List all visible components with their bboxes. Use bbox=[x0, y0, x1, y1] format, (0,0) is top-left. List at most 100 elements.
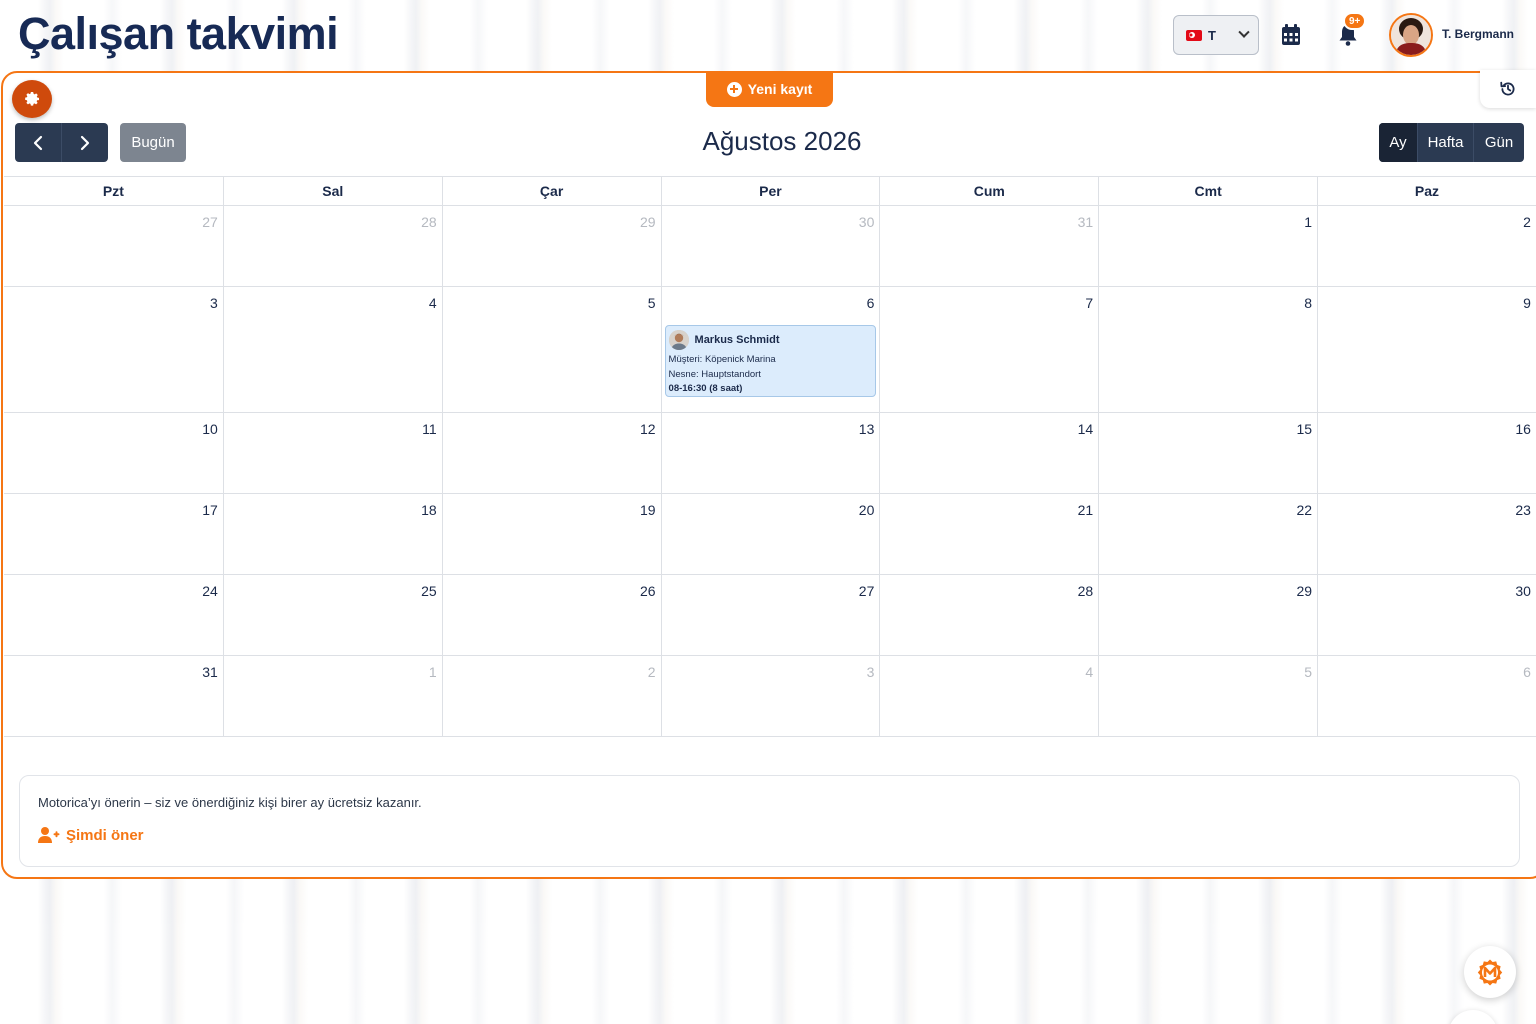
calendar-day-cell[interactable]: 20 bbox=[660, 494, 880, 574]
day-number: 5 bbox=[647, 295, 656, 311]
referral-box: Motorica’yı önerin – siz ve önerdiğiniz … bbox=[19, 775, 1520, 867]
calendar-day-cell[interactable]: 12 bbox=[441, 413, 661, 493]
calendar-day-cell[interactable]: 18 bbox=[222, 494, 442, 574]
weekday-label: Çar bbox=[441, 177, 661, 205]
weekday-label: Cmt bbox=[1098, 177, 1317, 205]
day-number: 30 bbox=[858, 214, 875, 230]
next-month-button[interactable] bbox=[61, 123, 108, 162]
calendar-day-cell[interactable]: 8 bbox=[1098, 287, 1317, 412]
day-number: 2 bbox=[647, 664, 656, 680]
day-number: 13 bbox=[858, 421, 875, 437]
calendar-day-cell[interactable]: 2 bbox=[1317, 206, 1536, 286]
user-name[interactable]: T. Bergmann bbox=[1442, 27, 1514, 41]
view-day-button[interactable]: Gün bbox=[1473, 123, 1524, 162]
calendar-day-cell[interactable]: 16 bbox=[1317, 413, 1536, 493]
calendar-event[interactable]: Markus Schmidt Müşteri: Köpenick Marina Ne… bbox=[664, 325, 877, 397]
day-number: 4 bbox=[1085, 664, 1094, 680]
chevron-down-icon bbox=[1238, 26, 1250, 38]
month-calendar: Pzt Sal Çar Per Cum Cmt Paz 27 28 29 30 31 1 2… bbox=[4, 176, 1536, 737]
settings-button[interactable] bbox=[12, 80, 52, 118]
calendar-day-cell[interactable]: 7 bbox=[879, 287, 1098, 412]
day-number: 29 bbox=[1296, 583, 1313, 599]
day-number: 31 bbox=[202, 664, 218, 680]
calendar-day-cell[interactable]: 11 bbox=[222, 413, 442, 493]
calendar-day-cell[interactable]: 29 bbox=[441, 206, 661, 286]
day-number: 18 bbox=[421, 502, 437, 518]
calendar-day-cell[interactable]: 24 bbox=[4, 575, 223, 655]
day-number: 29 bbox=[639, 214, 656, 230]
history-button[interactable] bbox=[1480, 70, 1536, 108]
event-object: Nesne: Hauptstandort bbox=[668, 368, 761, 380]
calendar-week-row: 10 11 12 13 14 15 16 bbox=[4, 413, 1536, 494]
avatar[interactable] bbox=[1389, 13, 1433, 57]
event-time: 08-16:30 (8 saat) bbox=[668, 383, 743, 394]
calendar-day-cell[interactable]: 5 bbox=[1098, 656, 1317, 736]
calendar-week-row: 17 18 19 20 21 22 23 bbox=[4, 494, 1536, 575]
day-number: 28 bbox=[1077, 583, 1094, 599]
calendar-day-cell[interactable]: 19 bbox=[441, 494, 661, 574]
calendar-day-cell[interactable]: 6 Markus Schmidt Müşteri: Köpenick Marina N… bbox=[660, 287, 880, 412]
day-number: 3 bbox=[866, 664, 875, 680]
calendar-day-cell[interactable]: 10 bbox=[4, 413, 223, 493]
day-number: 20 bbox=[858, 502, 875, 518]
calendar-day-cell[interactable]: 23 bbox=[1317, 494, 1536, 574]
recommend-now-label: Şimdi öner bbox=[66, 826, 144, 844]
calendar-week-row: 27 28 29 30 31 1 2 bbox=[4, 206, 1536, 287]
calendar-day-cell[interactable]: 17 bbox=[4, 494, 223, 574]
view-switcher: Ay Hafta Gün bbox=[1379, 123, 1524, 162]
calendar-day-cell[interactable]: 6 bbox=[1317, 656, 1536, 736]
view-month-button[interactable]: Ay bbox=[1379, 123, 1417, 162]
calendar-day-cell[interactable]: 31 bbox=[4, 656, 223, 736]
calendar-day-cell[interactable]: 1 bbox=[222, 656, 442, 736]
today-button[interactable]: Bugün bbox=[120, 123, 186, 162]
calendar-day-cell[interactable]: 30 bbox=[1317, 575, 1536, 655]
calendar-day-cell[interactable]: 28 bbox=[222, 206, 442, 286]
calendar-day-cell[interactable]: 3 bbox=[4, 287, 223, 412]
recommend-now-link[interactable]: Şimdi öner bbox=[38, 826, 144, 844]
calendar-week-row: 31 1 2 3 4 5 6 bbox=[4, 656, 1536, 737]
day-number: 15 bbox=[1296, 421, 1313, 437]
calendar-day-cell[interactable]: 29 bbox=[1098, 575, 1317, 655]
day-number: 2 bbox=[1523, 214, 1531, 230]
calendar-day-cell[interactable]: 27 bbox=[660, 575, 880, 655]
calendar-day-cell[interactable]: 30 bbox=[660, 206, 880, 286]
calendar-day-cell[interactable]: 21 bbox=[879, 494, 1098, 574]
day-number: 10 bbox=[202, 421, 218, 437]
language-select[interactable]: T bbox=[1173, 15, 1259, 55]
event-employee-name: Markus Schmidt bbox=[694, 334, 780, 346]
day-number: 28 bbox=[421, 214, 437, 230]
weekday-label: Cum bbox=[879, 177, 1098, 205]
calendar-day-cell[interactable]: 26 bbox=[441, 575, 661, 655]
calendar-day-cell[interactable]: 4 bbox=[879, 656, 1098, 736]
event-customer: Müşteri: Köpenick Marina bbox=[668, 354, 776, 365]
calendar-day-cell[interactable]: 22 bbox=[1098, 494, 1317, 574]
day-number: 4 bbox=[428, 295, 437, 311]
calendar-day-cell[interactable]: 14 bbox=[879, 413, 1098, 493]
calendar-day-cell[interactable]: 2 bbox=[441, 656, 661, 736]
day-number: 11 bbox=[422, 421, 437, 437]
calendar-day-cell[interactable]: 1 bbox=[1098, 206, 1317, 286]
view-week-button[interactable]: Hafta bbox=[1417, 123, 1473, 162]
calendar-day-cell[interactable]: 5 bbox=[441, 287, 661, 412]
calendar-day-cell[interactable]: 9 bbox=[1317, 287, 1536, 412]
previous-month-button[interactable] bbox=[15, 123, 61, 162]
brand-help-button[interactable] bbox=[1464, 946, 1516, 998]
calendar-day-cell[interactable]: 4 bbox=[222, 287, 442, 412]
day-number: 1 bbox=[1304, 214, 1313, 230]
calendar-day-cell[interactable]: 27 bbox=[4, 206, 223, 286]
turkey-flag-icon bbox=[1186, 29, 1202, 41]
new-entry-button[interactable]: Yeni kayıt bbox=[706, 71, 833, 107]
day-number: 7 bbox=[1085, 295, 1094, 311]
page-title: Çalışan takvimi bbox=[18, 8, 339, 59]
chevron-left-icon bbox=[33, 135, 43, 150]
calendar-icon[interactable] bbox=[1280, 24, 1302, 46]
calendar-day-cell[interactable]: 28 bbox=[879, 575, 1098, 655]
calendar-day-cell[interactable]: 15 bbox=[1098, 413, 1317, 493]
calendar-day-cell[interactable]: 3 bbox=[660, 656, 880, 736]
calendar-day-cell[interactable]: 25 bbox=[222, 575, 442, 655]
calendar-day-cell[interactable]: 31 bbox=[879, 206, 1098, 286]
calendar-day-cell[interactable]: 13 bbox=[660, 413, 880, 493]
weekday-label: Sal bbox=[222, 177, 442, 205]
secondary-fab[interactable] bbox=[1448, 1010, 1498, 1024]
day-number: 30 bbox=[1515, 583, 1531, 599]
